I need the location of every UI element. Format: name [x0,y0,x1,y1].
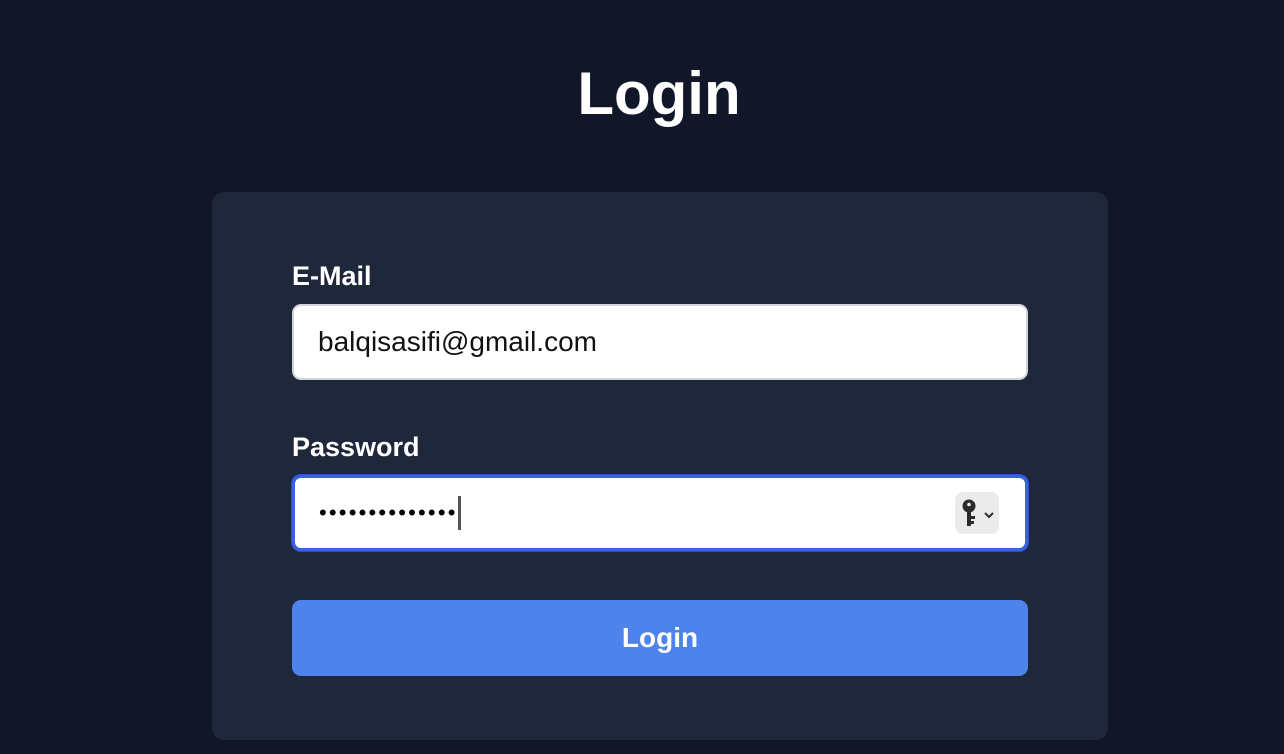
password-field[interactable]: •••••••••••••• [292,475,1028,551]
email-value: balqisasifi@gmail.com [318,326,597,357]
email-label: E-Mail [292,261,372,291]
login-button[interactable]: Login [292,600,1028,676]
page-title: Login [577,60,741,127]
email-field[interactable]: balqisasifi@gmail.com [292,304,1028,380]
password-mask: •••••••••••••• [319,500,458,525]
login-card: E-Mail balqisasifi@gmail.com Password ••… [212,192,1108,740]
password-manager-button[interactable] [955,492,999,534]
text-caret [457,496,461,530]
password-label: Password [292,432,420,462]
password-value: •••••••••••••• [319,478,461,548]
chevron-down-icon [984,512,994,519]
